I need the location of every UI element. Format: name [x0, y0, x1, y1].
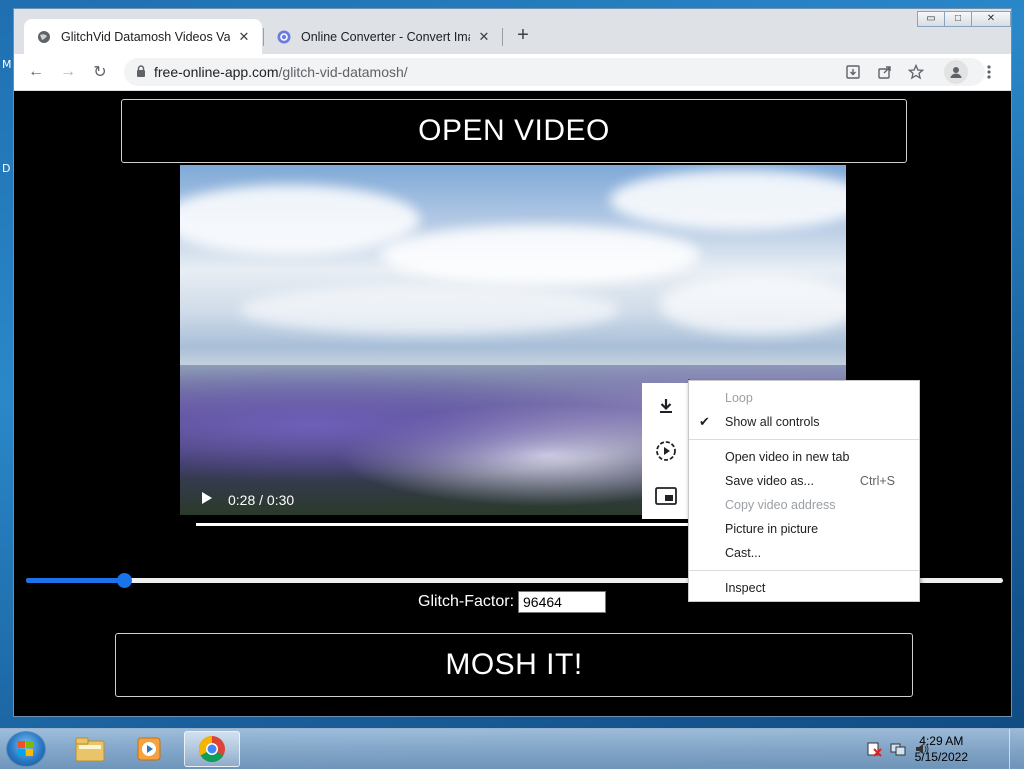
reload-button[interactable]: ↻ — [88, 60, 112, 84]
menu-kebab-icon[interactable] — [977, 60, 1001, 84]
globe-icon — [36, 29, 52, 45]
mosh-it-button[interactable]: MOSH IT! — [115, 633, 913, 697]
converter-icon — [276, 29, 292, 45]
menu-item-loop: Loop — [689, 386, 919, 410]
glitch-factor-input[interactable] — [518, 591, 606, 613]
video-overflow-menu — [642, 383, 690, 519]
open-video-button[interactable]: OPEN VIDEO — [121, 99, 907, 163]
tab-title: GlitchVid Datamosh Videos Vapo — [61, 29, 230, 44]
clock-time: 4:29 AM — [919, 734, 964, 748]
menu-item-save-video-as[interactable]: Save video as... Ctrl+S — [689, 469, 919, 493]
menu-separator — [689, 570, 919, 571]
playback-speed-icon[interactable] — [642, 428, 690, 473]
tab-glitchvid[interactable]: GlitchVid Datamosh Videos Vapo ✕ — [24, 19, 262, 54]
share-icon[interactable] — [873, 60, 897, 84]
menu-item-picture-in-picture[interactable]: Picture in picture — [689, 517, 919, 541]
menu-item-shortcut: Ctrl+S — [859, 474, 895, 488]
video-time: 0:28 / 0:30 — [228, 492, 295, 508]
menu-item-cast[interactable]: Cast... — [689, 541, 919, 565]
forward-button[interactable]: → — [56, 60, 80, 84]
menu-item-label: Picture in picture — [725, 522, 819, 536]
taskbar: 4:29 AM 5/15/2022 — [0, 728, 1024, 769]
download-icon[interactable] — [642, 383, 690, 428]
tab-title: Online Converter - Convert Imag — [301, 29, 470, 44]
menu-item-label: Cast... — [725, 546, 762, 560]
glitch-factor-label: Glitch-Factor: — [418, 593, 515, 610]
network-icon[interactable] — [890, 741, 906, 757]
menu-item-label: Copy video address — [725, 498, 836, 512]
tab-online-converter[interactable]: Online Converter - Convert Imag ✕ — [264, 19, 502, 54]
install-app-icon[interactable] — [841, 60, 865, 84]
system-clock[interactable]: 4:29 AM 5/15/2022 — [915, 733, 968, 765]
menu-item-show-all-controls[interactable]: ✔ Show all controls — [689, 410, 919, 434]
url-host: free-online-app.com — [154, 64, 279, 80]
desktop-icon-label: D — [2, 162, 11, 175]
menu-item-label: Show all controls — [725, 415, 820, 429]
context-menu: Loop ✔ Show all controls Open video in new … — [688, 380, 920, 602]
video-frame-cloud — [660, 275, 846, 335]
desktop-icon-label: M — [2, 58, 12, 71]
menu-separator — [689, 439, 919, 440]
menu-item-open-video-in-new-tab[interactable]: Open video in new tab — [689, 445, 919, 469]
menu-item-label: Open video in new tab — [725, 450, 850, 464]
url-text: free-online-app.com/glitch-vid-datamosh/ — [154, 64, 408, 80]
lock-icon[interactable] — [136, 64, 146, 80]
menu-item-inspect[interactable]: Inspect — [689, 576, 919, 600]
back-button[interactable]: ← — [24, 60, 48, 84]
checkmark-icon: ✔ — [699, 414, 710, 429]
toolbar: ← → ↻ free-online-app.com/glitch-vid-dat… — [14, 54, 1011, 91]
chrome-taskbar-icon[interactable] — [184, 731, 240, 767]
browser-window: GlitchVid Datamosh Videos Vapo ✕ Online … — [13, 8, 1012, 717]
url-path: /glitch-vid-datamosh/ — [278, 64, 408, 80]
profile-avatar[interactable] — [944, 60, 968, 84]
action-center-icon[interactable] — [866, 741, 882, 757]
tab-divider — [502, 28, 503, 46]
new-tab-button[interactable]: + — [512, 25, 534, 47]
menu-item-label: Save video as... — [725, 474, 814, 488]
menu-item-copy-video-address: Copy video address — [689, 493, 919, 517]
clock-date: 5/15/2022 — [914, 750, 968, 764]
video-frame-cloud — [610, 170, 846, 230]
video-progress-bar[interactable] — [196, 523, 692, 526]
close-window-button[interactable]: ✕ — [971, 11, 1011, 27]
video-frame-cloud — [380, 225, 700, 285]
bookmark-star-icon[interactable] — [904, 60, 928, 84]
show-desktop-button[interactable] — [1009, 729, 1024, 769]
file-explorer-icon[interactable] — [62, 731, 118, 767]
close-tab-icon[interactable]: ✕ — [476, 29, 492, 45]
maximize-button[interactable]: □ — [944, 11, 972, 27]
close-tab-icon[interactable]: ✕ — [236, 29, 252, 45]
tab-strip: GlitchVid Datamosh Videos Vapo ✕ Online … — [14, 9, 1011, 54]
slider-fill — [26, 578, 124, 583]
picture-in-picture-icon[interactable] — [642, 473, 690, 518]
menu-item-label: Inspect — [725, 581, 766, 595]
menu-item-label: Loop — [725, 391, 753, 405]
media-player-icon[interactable] — [122, 731, 178, 767]
video-frame-cloud — [180, 185, 420, 255]
start-button[interactable] — [6, 731, 46, 767]
slider-thumb[interactable] — [116, 573, 132, 588]
minimize-button[interactable]: ▭ — [917, 11, 945, 27]
video-frame-cloud — [240, 285, 620, 335]
play-icon[interactable] — [201, 491, 213, 510]
